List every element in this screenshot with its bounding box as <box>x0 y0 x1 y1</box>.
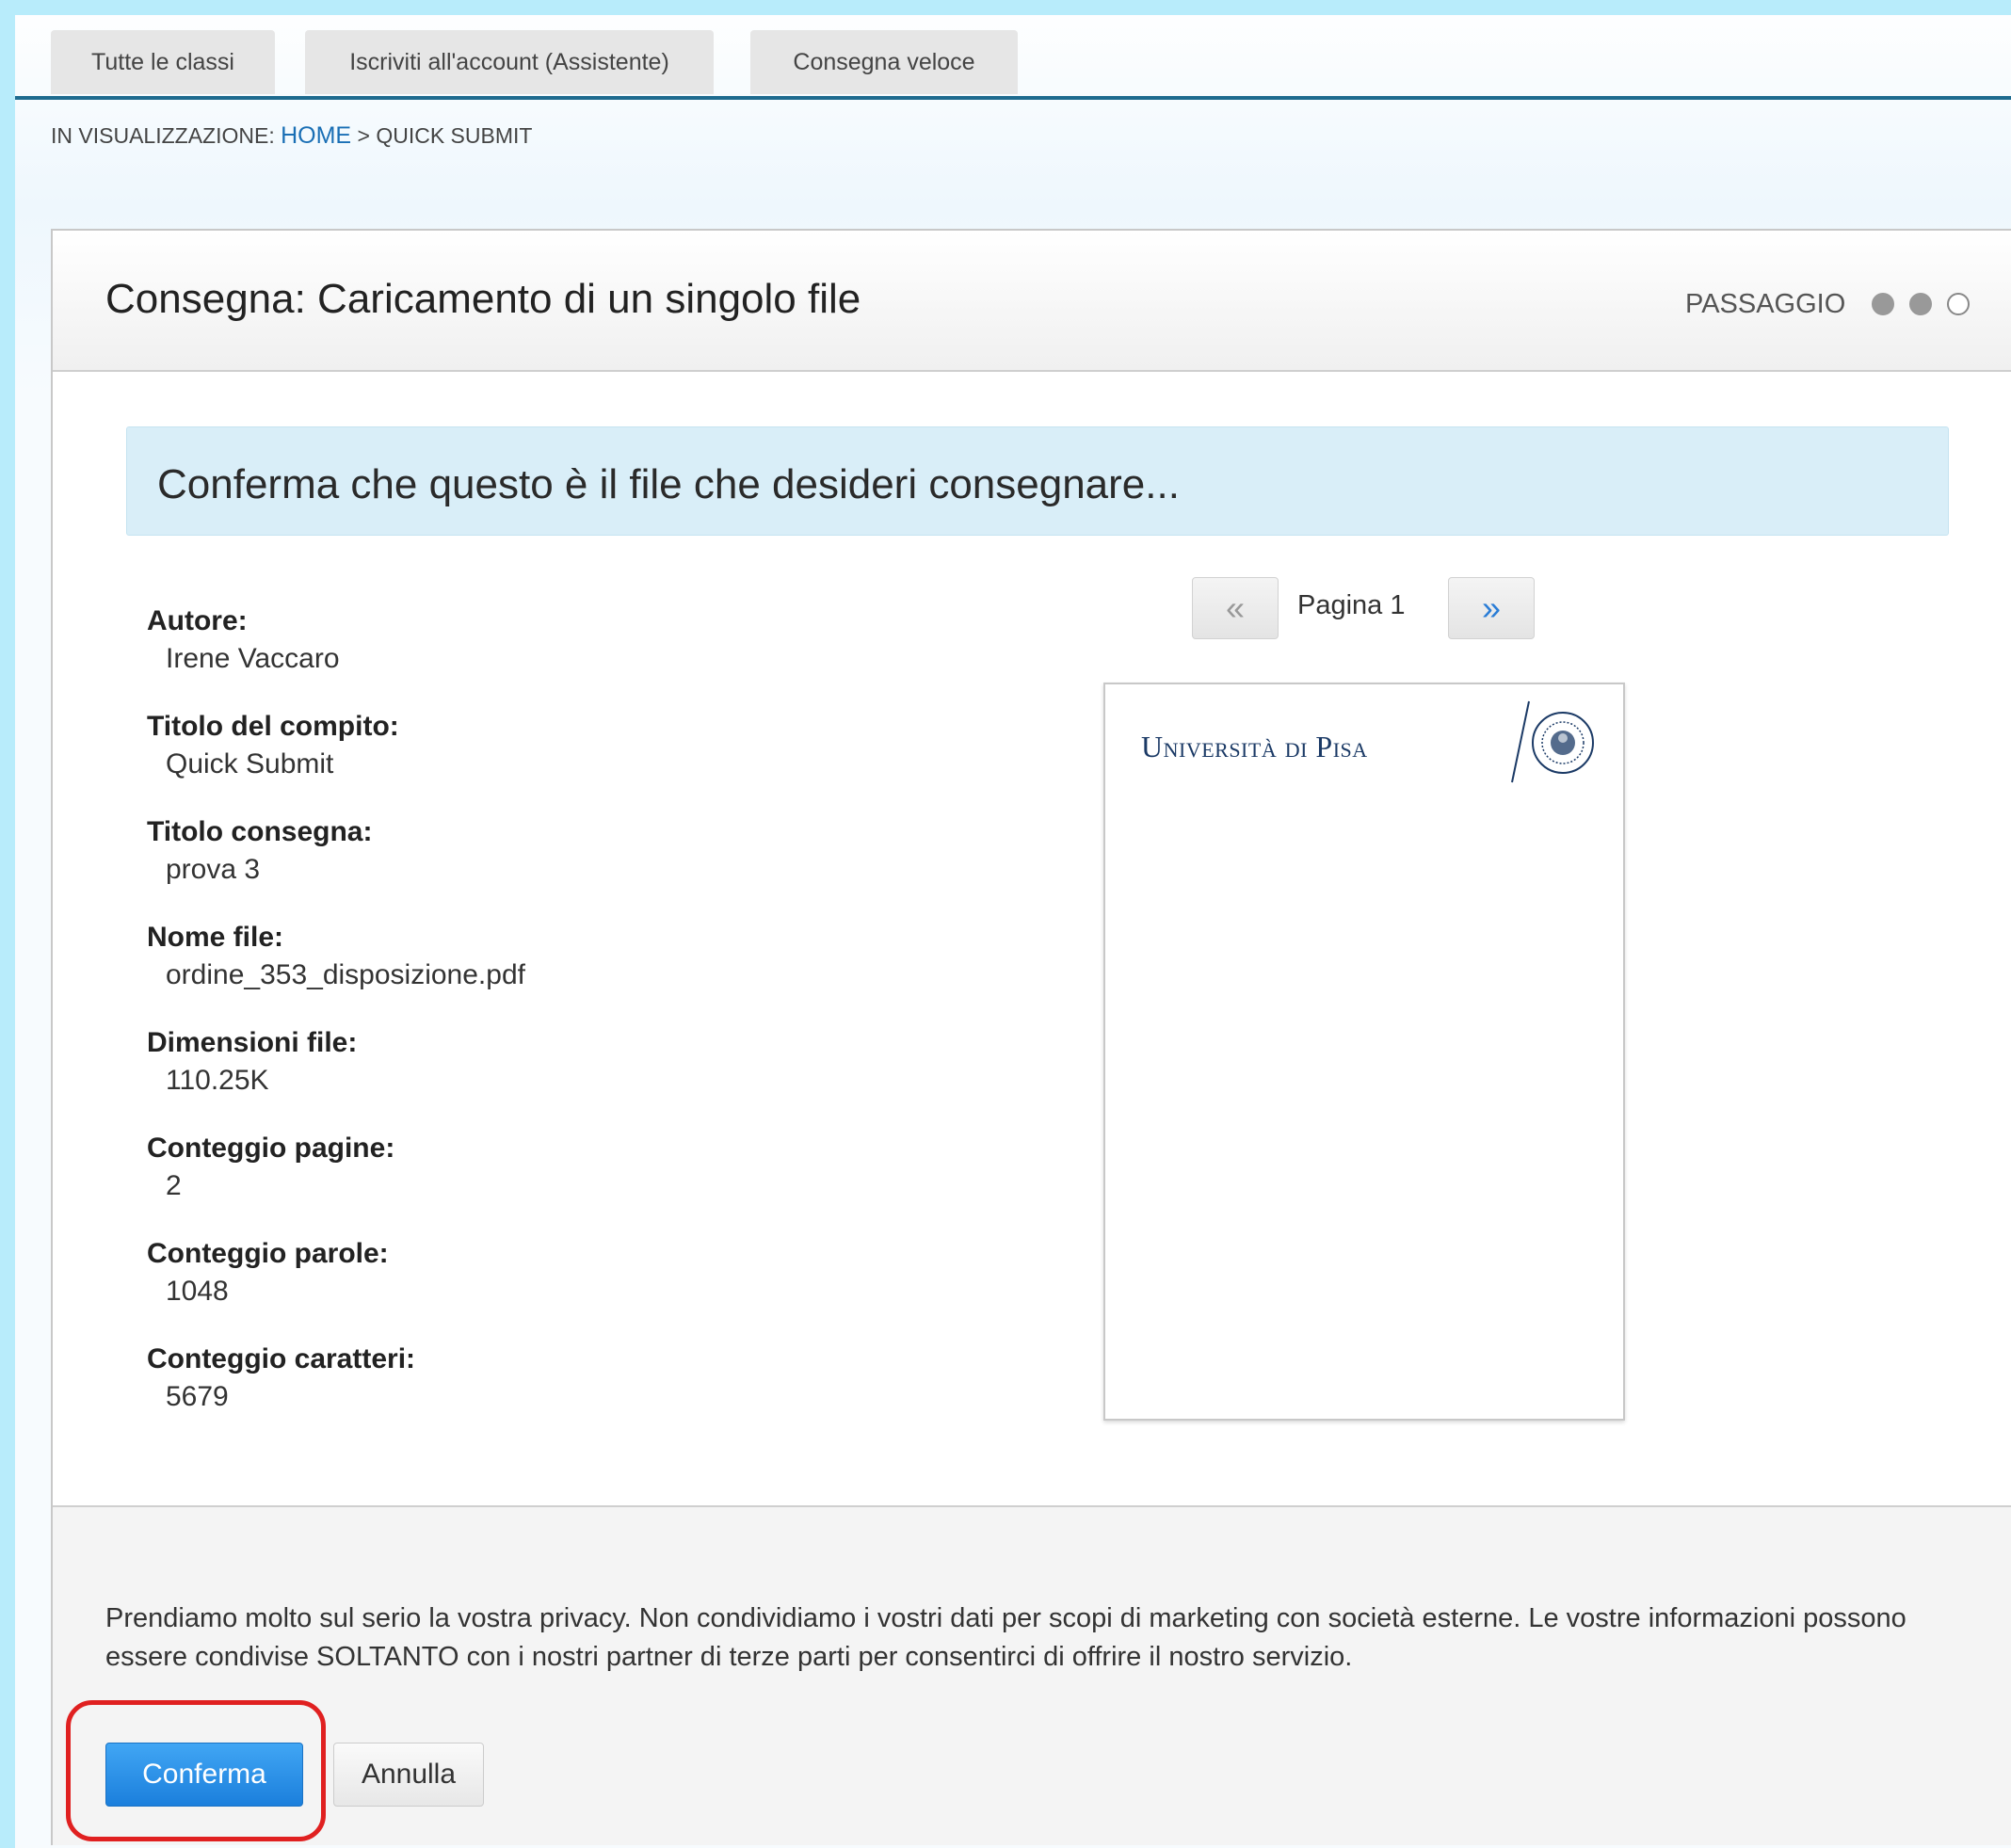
meta-character-count: Conteggio caratteri: 5679 <box>147 1343 415 1413</box>
previous-page-button[interactable]: « <box>1192 577 1279 639</box>
page-indicator: Pagina 1 <box>1297 590 1406 620</box>
breadcrumb: IN VISUALIZZAZIONE: HOME > QUICK SUBMIT <box>51 122 532 150</box>
meta-value: 2 <box>166 1170 182 1201</box>
panel-header: Consegna: Caricamento di un singolo file… <box>53 231 2011 372</box>
submission-panel: Consegna: Caricamento di un singolo file… <box>51 229 2011 1845</box>
tab-bar: Tutte le classi Iscriviti all'account (A… <box>15 30 2011 100</box>
meta-submission-title: Titolo consegna: prova 3 <box>147 816 372 886</box>
breadcrumb-home-link[interactable]: HOME <box>281 122 351 149</box>
tab-all-classes[interactable]: Tutte le classi <box>51 30 275 94</box>
confirm-banner: Conferma che questo è il file che deside… <box>126 426 1949 536</box>
meta-label: Nome file: <box>147 922 284 953</box>
step-indicator-1 <box>1872 293 1894 315</box>
meta-label: Conteggio parole: <box>147 1238 389 1269</box>
next-page-button[interactable]: » <box>1448 577 1535 639</box>
tab-enroll-account[interactable]: Iscriviti all'account (Assistente) <box>305 30 714 94</box>
app-window: Tutte le classi Iscriviti all'account (A… <box>15 0 2011 1848</box>
meta-word-count: Conteggio parole: 1048 <box>147 1238 389 1308</box>
meta-label: Autore: <box>147 605 248 636</box>
meta-value: ordine_353_disposizione.pdf <box>166 959 525 990</box>
cancel-button[interactable]: Annulla <box>333 1743 484 1807</box>
step-label: PASSAGGIO <box>1685 289 1846 319</box>
meta-value: 1048 <box>166 1276 229 1307</box>
university-logo-text: Università di Pisa <box>1141 730 1368 763</box>
meta-assignment-title: Titolo del compito: Quick Submit <box>147 711 399 780</box>
breadcrumb-separator: > <box>357 123 370 148</box>
meta-value: prova 3 <box>166 854 261 885</box>
privacy-notice: Prendiamo molto sul serio la vostra priv… <box>105 1603 1906 1672</box>
meta-label: Titolo del compito: <box>147 711 399 742</box>
meta-value: Irene Vaccaro <box>166 643 340 674</box>
university-seal-icon <box>1511 700 1594 783</box>
panel-footer: Prendiamo molto sul serio la vostra priv… <box>53 1505 2011 1845</box>
meta-author: Autore: Irene Vaccaro <box>147 605 340 675</box>
confirm-message: Conferma che questo è il file che deside… <box>157 461 1180 507</box>
meta-label: Conteggio pagine: <box>147 1133 395 1164</box>
meta-value: Quick Submit <box>166 748 334 779</box>
meta-label: Titolo consegna: <box>147 816 373 847</box>
step-indicator-3 <box>1947 293 1970 315</box>
confirm-button[interactable]: Conferma <box>105 1743 303 1807</box>
top-band <box>15 0 2011 15</box>
document-preview: Università di Pisa <box>1103 683 1625 1421</box>
breadcrumb-current: QUICK SUBMIT <box>376 123 533 148</box>
meta-label: Dimensioni file: <box>147 1027 358 1058</box>
meta-value: 5679 <box>166 1381 229 1412</box>
meta-file-name: Nome file: ordine_353_disposizione.pdf <box>147 922 525 991</box>
tab-quick-submit[interactable]: Consegna veloce <box>750 30 1018 94</box>
page-title: Consegna: Caricamento di un singolo file <box>105 276 861 322</box>
breadcrumb-prefix: IN VISUALIZZAZIONE: <box>51 123 275 148</box>
meta-value: 110.25K <box>166 1065 269 1096</box>
meta-page-count: Conteggio pagine: 2 <box>147 1133 394 1202</box>
step-indicator-2 <box>1909 293 1932 315</box>
meta-label: Conteggio caratteri: <box>147 1343 416 1374</box>
meta-file-size: Dimensioni file: 110.25K <box>147 1027 357 1097</box>
